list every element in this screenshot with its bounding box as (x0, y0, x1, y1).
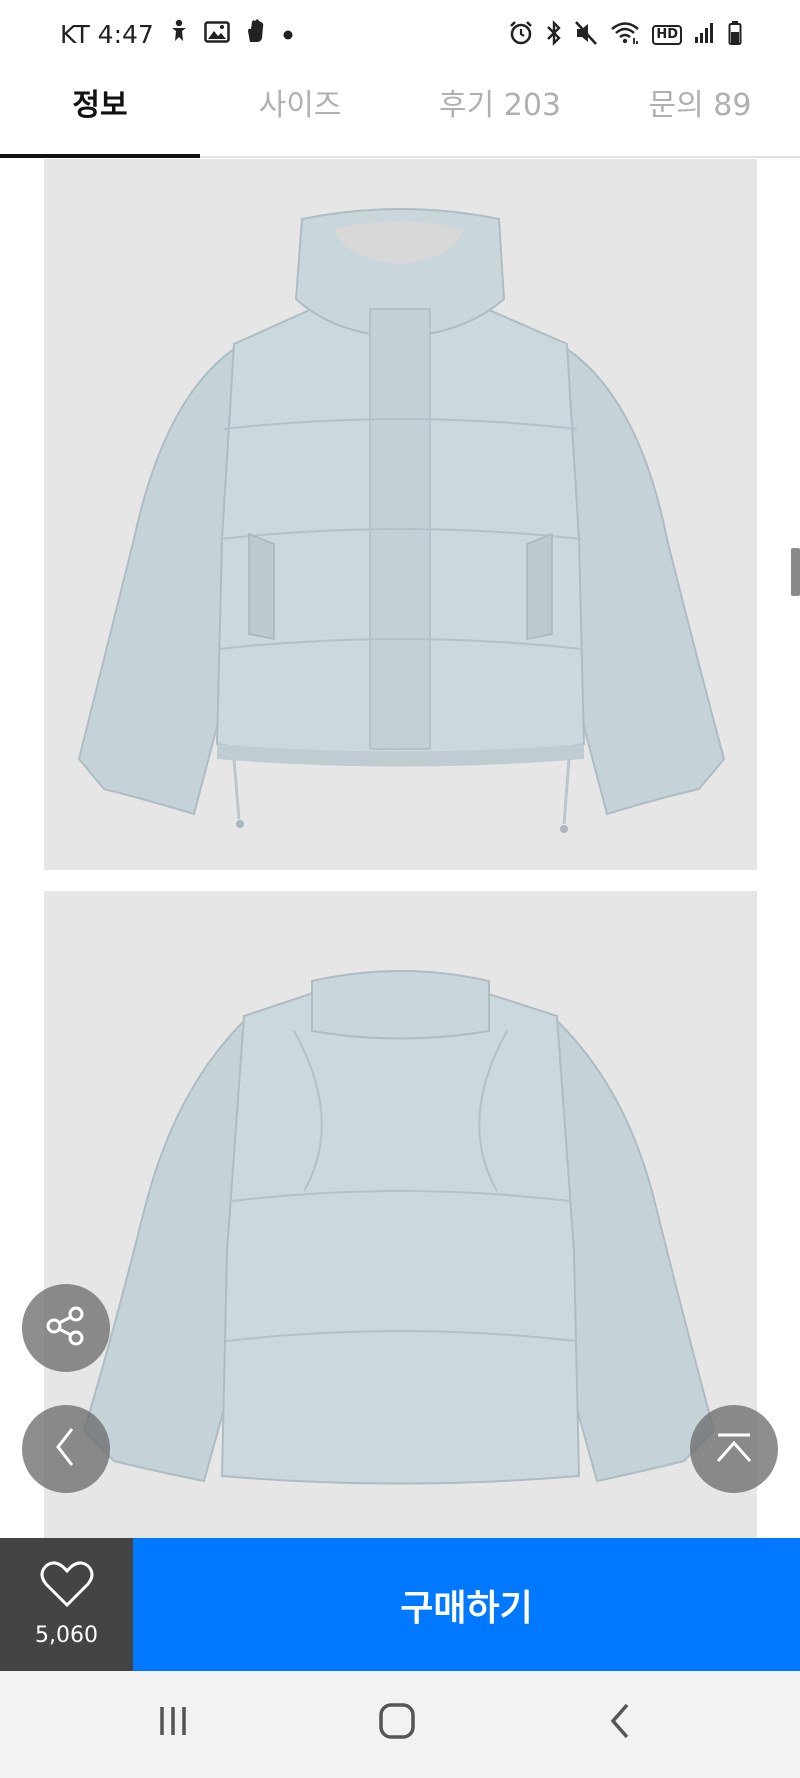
bluetooth-icon (546, 20, 562, 50)
heart-icon (40, 1561, 94, 1613)
hd-icon: HD (652, 25, 682, 45)
recent-apps-button[interactable] (128, 1693, 218, 1753)
back-button[interactable] (575, 1693, 665, 1753)
like-button[interactable]: 5,060 (0, 1538, 133, 1671)
status-left: KT 4:47 (60, 18, 296, 50)
status-right: HD (508, 20, 742, 50)
mute-icon (574, 20, 598, 50)
scrollbar-handle[interactable] (791, 548, 800, 596)
chevron-left-icon (46, 1423, 86, 1475)
hand-icon (244, 18, 266, 50)
home-icon (377, 1701, 417, 1745)
share-icon (42, 1302, 90, 1354)
jacket-back-illustration (82, 970, 716, 1485)
previous-button[interactable] (22, 1405, 110, 1493)
carrier-time: KT 4:47 (60, 19, 154, 49)
tab-reviews[interactable]: 후기 203 (400, 84, 600, 158)
scroll-top-icon (710, 1423, 758, 1475)
purchase-bar: 5,060 구매하기 (0, 1538, 800, 1671)
tab-questions[interactable]: 문의 89 (600, 84, 800, 158)
status-bar: KT 4:47 HD (0, 0, 800, 70)
product-image-front (44, 159, 757, 870)
alarm-icon (508, 20, 534, 50)
buy-button[interactable]: 구매하기 (133, 1538, 800, 1671)
accessibility-icon (168, 19, 190, 49)
product-image-back (44, 891, 757, 1538)
tab-bar: 정보 사이즈 후기 203 문의 89 (0, 70, 800, 158)
system-nav-bar (0, 1671, 800, 1778)
home-button[interactable] (352, 1693, 442, 1753)
recent-apps-icon (153, 1703, 193, 1743)
dot-icon (280, 20, 296, 49)
tab-active-indicator (0, 154, 200, 158)
jacket-front-illustration (77, 208, 726, 833)
back-icon (605, 1701, 635, 1745)
wifi-icon (610, 20, 640, 50)
battery-icon (728, 20, 742, 50)
gallery-icon (204, 20, 230, 49)
tab-info[interactable]: 정보 (0, 84, 200, 158)
share-button[interactable] (22, 1284, 110, 1372)
signal-icon (694, 21, 716, 49)
tab-size[interactable]: 사이즈 (200, 84, 400, 158)
scroll-top-button[interactable] (690, 1405, 778, 1493)
like-count: 5,060 (35, 1623, 98, 1648)
